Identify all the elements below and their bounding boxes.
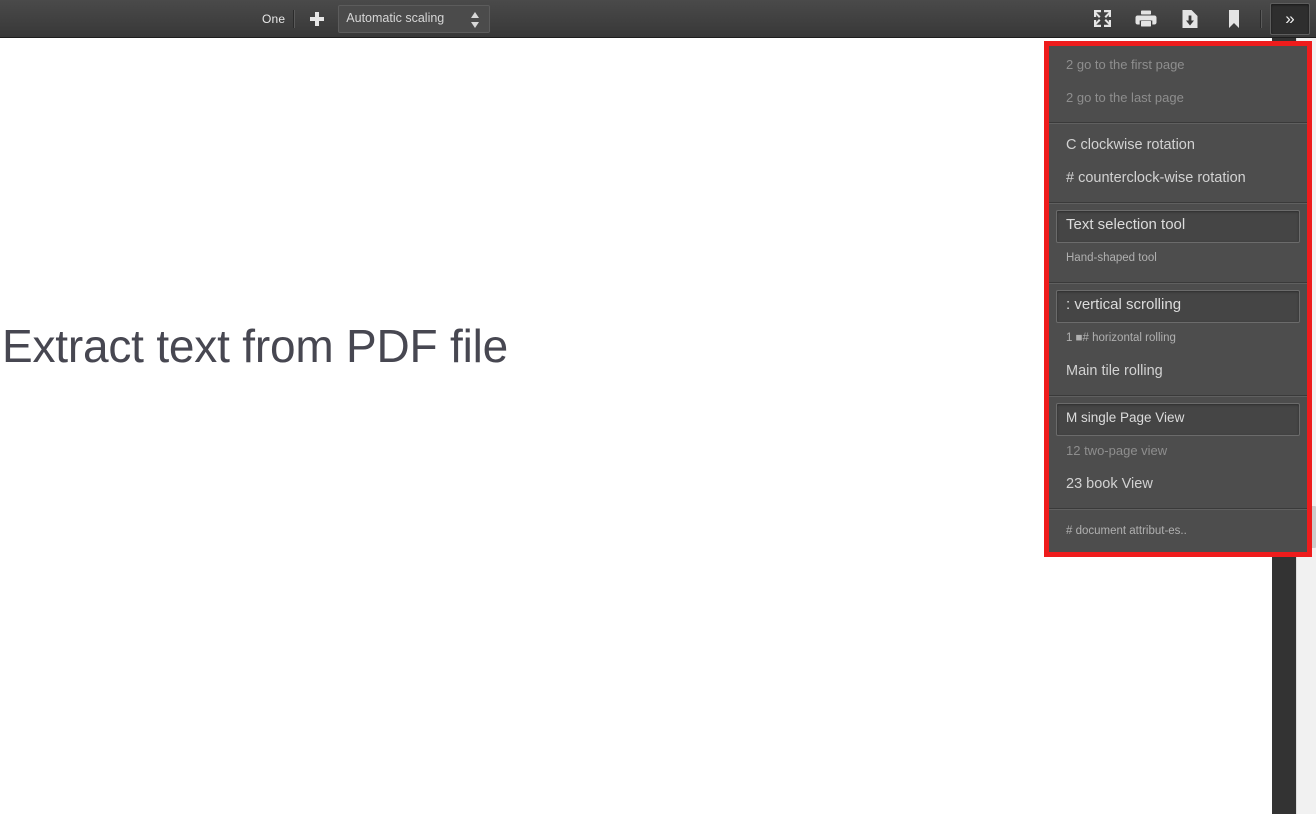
scale-select[interactable]: Automatic scaling [338, 4, 491, 33]
menu-group: : vertical scrolling 1 ■# horizontal roll… [1049, 286, 1307, 393]
secondary-toolbar-highlight: 2 go to the first page 2 go to the last p… [1044, 41, 1312, 557]
menu-item[interactable]: 12 two-page view [1056, 436, 1300, 469]
print-button[interactable] [1128, 4, 1164, 34]
scale-select-value: Automatic scaling [346, 11, 445, 25]
more-tools-button[interactable]: » [1270, 2, 1310, 35]
main-toolbar: One Automatic scaling » [0, 0, 1316, 37]
fullscreen-icon [1093, 10, 1111, 27]
zoom-in-button[interactable] [302, 5, 332, 33]
menu-item[interactable]: # document attribut-es.. [1056, 516, 1300, 549]
menu-item[interactable]: M single Page View [1056, 403, 1300, 436]
menu-divider [1049, 395, 1307, 397]
spinner-updown-icon[interactable] [471, 11, 480, 28]
print-icon [1135, 10, 1157, 27]
download-icon [1182, 9, 1198, 28]
menu-divider [1049, 122, 1307, 124]
zoom-label: One [262, 11, 286, 26]
menu-divider [1049, 508, 1307, 510]
menu-item[interactable]: C clockwise rotation [1056, 130, 1300, 163]
menu-group: M single Page View 12 two-page view 23 boo… [1049, 399, 1307, 506]
menu-item[interactable]: 2 go to the first page [1056, 50, 1300, 83]
bookmark-icon [1229, 9, 1239, 28]
menu-group: Text selection tool Hand-shaped tool [1049, 206, 1307, 280]
menu-group: C clockwise rotation # counterclock-wise … [1049, 126, 1307, 200]
bookmark-button[interactable] [1216, 4, 1252, 34]
zoom-controls: One Automatic scaling [262, 0, 491, 37]
page-title: Extract text from PDF file [2, 320, 509, 372]
toolbar-separator-right [1260, 9, 1262, 28]
menu-item[interactable]: Main tile rolling [1056, 356, 1300, 389]
toolbar-right-actions: » [1080, 0, 1314, 37]
menu-item[interactable]: Hand-shaped tool [1056, 243, 1300, 276]
toolbar-separator [293, 9, 296, 28]
presentation-mode-button[interactable] [1084, 4, 1120, 34]
menu-item[interactable]: : vertical scrolling [1056, 290, 1300, 323]
menu-item[interactable]: 23 book View [1056, 469, 1300, 502]
menu-group: # document attribut-es.. [1049, 512, 1307, 552]
menu-group: 2 go to the first page 2 go to the last p… [1049, 46, 1307, 120]
menu-divider [1049, 202, 1307, 204]
plus-icon [310, 11, 325, 26]
menu-divider [1049, 282, 1307, 284]
menu-item[interactable]: # counterclock-wise rotation [1056, 163, 1300, 196]
menu-item[interactable]: 1 ■# horizontal rolling [1056, 323, 1300, 356]
menu-item[interactable]: Text selection tool [1056, 210, 1300, 243]
double-chevron-right-icon: » [1285, 8, 1295, 28]
menu-item[interactable]: 2 go to the last page [1056, 83, 1300, 116]
download-button[interactable] [1172, 4, 1208, 34]
secondary-toolbar-menu[interactable]: 2 go to the first page 2 go to the last p… [1049, 46, 1307, 552]
pdf-viewer-app: One Automatic scaling » Extract text fro… [0, 0, 1316, 814]
